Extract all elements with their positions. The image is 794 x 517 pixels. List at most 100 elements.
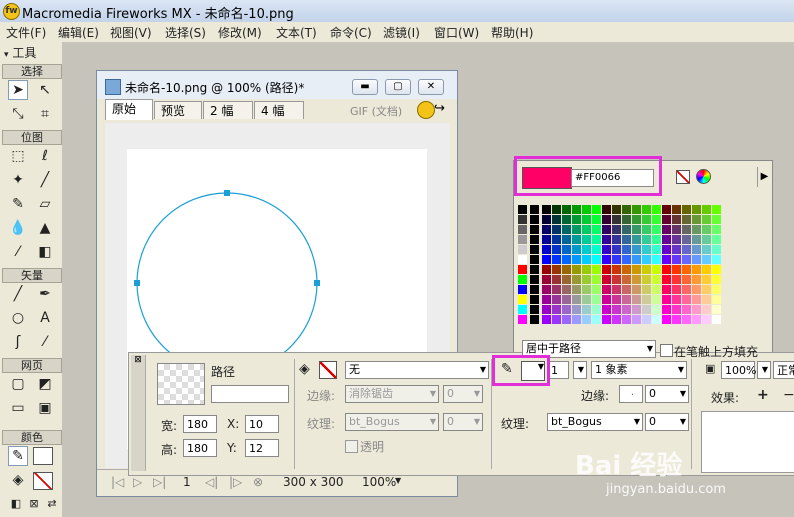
transparent-checkbox[interactable] xyxy=(345,440,358,453)
swatch-cell[interactable] xyxy=(562,225,571,234)
swatch-cell[interactable] xyxy=(582,305,591,314)
swatch-cell[interactable] xyxy=(612,235,621,244)
swatch-cell[interactable] xyxy=(632,315,641,324)
swatch-cell[interactable] xyxy=(652,285,661,294)
swatch-cell[interactable] xyxy=(572,225,581,234)
swatch-cell[interactable] xyxy=(612,295,621,304)
swatch-cell[interactable] xyxy=(572,265,581,274)
swatch-cell[interactable] xyxy=(602,275,611,284)
eyedropper-icon[interactable]: ⁄ xyxy=(8,242,28,262)
x-field[interactable]: 10 xyxy=(245,415,279,433)
swatch-cell[interactable] xyxy=(602,305,611,314)
swatch-cell[interactable] xyxy=(652,265,661,274)
swatch-cell[interactable] xyxy=(662,275,671,284)
swatch-cell[interactable] xyxy=(612,265,621,274)
swatch-cell[interactable] xyxy=(712,305,721,314)
swatch-cell[interactable] xyxy=(530,255,539,264)
swatch-cell[interactable] xyxy=(518,315,527,324)
swatch-cell[interactable] xyxy=(542,315,551,324)
swatch-cell[interactable] xyxy=(712,275,721,284)
quick-export-icon[interactable] xyxy=(417,101,435,119)
pen-tool-icon[interactable]: ✒ xyxy=(35,284,55,304)
swatch-cell[interactable] xyxy=(692,245,701,254)
swatch-cell[interactable] xyxy=(518,275,527,284)
minimize-button[interactable]: ▬ xyxy=(352,79,378,95)
menu-commands[interactable]: 命令(C) xyxy=(330,24,372,41)
swatch-cell[interactable] xyxy=(682,255,691,264)
swatch-cell[interactable] xyxy=(642,245,651,254)
swatch-cell[interactable] xyxy=(518,285,527,294)
swatch-cell[interactable] xyxy=(612,275,621,284)
swatch-cell[interactable] xyxy=(682,315,691,324)
circle-path[interactable] xyxy=(136,192,318,374)
swatch-cell[interactable] xyxy=(652,235,661,244)
pencil-tool-icon[interactable]: ✎ xyxy=(8,194,28,214)
swatch-cell[interactable] xyxy=(562,275,571,284)
swatch-cell[interactable] xyxy=(632,295,641,304)
subselect-tool-icon[interactable]: ↖ xyxy=(35,80,55,100)
swatch-cell[interactable] xyxy=(632,225,641,234)
swatch-cell[interactable] xyxy=(518,245,527,254)
swatch-cell[interactable] xyxy=(530,315,539,324)
eraser-tool-icon[interactable]: ▱ xyxy=(35,194,55,214)
swatch-cell[interactable] xyxy=(652,315,661,324)
swatch-cell[interactable] xyxy=(712,245,721,254)
fill-texture-dropdown[interactable]: bt_Bogus xyxy=(345,413,439,431)
fill-over-stroke-checkbox[interactable] xyxy=(660,344,673,357)
swatch-cell[interactable] xyxy=(682,225,691,234)
knife-tool-icon[interactable]: ⁄ xyxy=(35,332,55,352)
swatch-cell[interactable] xyxy=(622,275,631,284)
stroke-size-field[interactable]: 1 xyxy=(547,361,569,379)
pointer-tool-icon[interactable]: ➤ xyxy=(8,80,28,100)
swatch-cell[interactable] xyxy=(530,235,539,244)
freeform-tool-icon[interactable]: ʃ xyxy=(8,332,28,352)
swatch-cell[interactable] xyxy=(622,305,631,314)
swatch-cell[interactable] xyxy=(632,245,641,254)
swatch-cell[interactable] xyxy=(702,265,711,274)
swatch-cell[interactable] xyxy=(602,235,611,244)
swatch-cell[interactable] xyxy=(552,205,561,214)
swatch-cell[interactable] xyxy=(712,215,721,224)
swatch-cell[interactable] xyxy=(592,295,601,304)
swatch-cell[interactable] xyxy=(518,255,527,264)
swatch-cell[interactable] xyxy=(582,275,591,284)
magic-wand-icon[interactable]: ✦ xyxy=(8,170,28,190)
swatch-cell[interactable] xyxy=(602,315,611,324)
swatch-cell[interactable] xyxy=(612,225,621,234)
swatch-cell[interactable] xyxy=(542,265,551,274)
swatch-cell[interactable] xyxy=(712,255,721,264)
tab-4-up[interactable]: 4 幅 xyxy=(254,101,304,119)
swatch-cell[interactable] xyxy=(530,295,539,304)
swatch-cell[interactable] xyxy=(602,245,611,254)
swatch-cell[interactable] xyxy=(662,305,671,314)
stroke-size-dropdown[interactable] xyxy=(573,361,587,379)
swatch-cell[interactable] xyxy=(612,285,621,294)
swatch-cell[interactable] xyxy=(552,225,561,234)
swatch-cell[interactable] xyxy=(542,225,551,234)
swatch-cell[interactable] xyxy=(692,275,701,284)
swatch-cell[interactable] xyxy=(518,205,527,214)
swatch-cell[interactable] xyxy=(662,295,671,304)
swatch-cell[interactable] xyxy=(622,225,631,234)
swatch-cell[interactable] xyxy=(592,305,601,314)
swatch-cell[interactable] xyxy=(562,215,571,224)
swatch-options-arrow-icon[interactable]: ▶ xyxy=(757,167,771,187)
swatch-cell[interactable] xyxy=(612,205,621,214)
swatch-cell[interactable] xyxy=(572,275,581,284)
swatch-cell[interactable] xyxy=(702,235,711,244)
swatch-cell[interactable] xyxy=(582,285,591,294)
swatch-cell[interactable] xyxy=(712,315,721,324)
menu-view[interactable]: 视图(V) xyxy=(110,24,152,41)
swatch-cell[interactable] xyxy=(582,235,591,244)
swatch-cell[interactable] xyxy=(518,295,527,304)
swatch-cell[interactable] xyxy=(712,235,721,244)
swatch-cell[interactable] xyxy=(692,285,701,294)
ellipse-tool-icon[interactable]: ○ xyxy=(8,308,28,328)
swatch-cell[interactable] xyxy=(702,215,711,224)
swatch-cell[interactable] xyxy=(702,295,711,304)
swatch-cell[interactable] xyxy=(692,265,701,274)
no-color-icon[interactable] xyxy=(676,170,690,184)
swatch-cell[interactable] xyxy=(562,285,571,294)
swatch-cell[interactable] xyxy=(672,265,681,274)
swatch-cell[interactable] xyxy=(692,215,701,224)
